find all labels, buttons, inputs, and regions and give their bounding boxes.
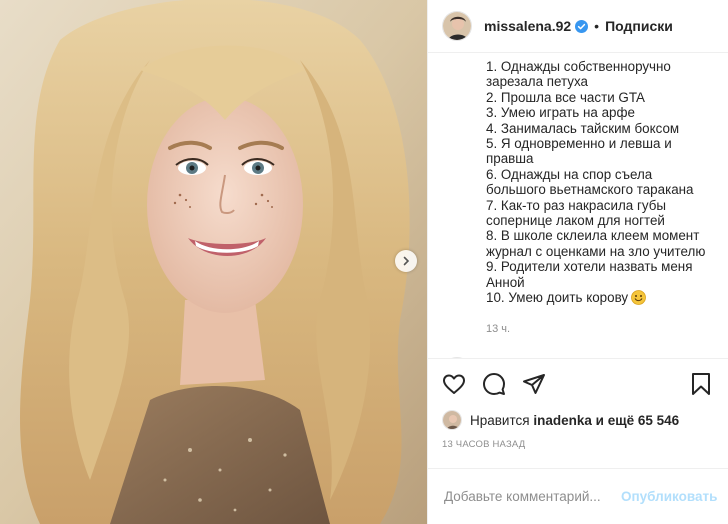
caption-line: сопернице лаком для ногтей (486, 213, 665, 229)
likes-middle[interactable]: и ещё (596, 413, 634, 428)
likes-count[interactable]: 65 546 (638, 413, 679, 428)
caption-line: 7. Как-то раз накрасила губы (486, 197, 666, 213)
caption-line: правша (486, 151, 534, 167)
portrait-image (0, 0, 427, 524)
comment-input[interactable] (444, 489, 621, 504)
caption-line: 2. Прошла все части GTA (486, 89, 645, 105)
instagram-post: missalena.92 • Подписки 1. Однажды собст… (0, 0, 728, 524)
caption-line: зарезала петуха (486, 74, 588, 90)
post-photo[interactable] (0, 0, 427, 524)
likes-prefix: Нравится (470, 412, 530, 428)
caption-line: 4. Занималась тайским боксом (486, 120, 680, 136)
post-header: missalena.92 • Подписки (428, 0, 728, 53)
caption-area: 1. Однажды собственноручно зарезала пету… (428, 53, 728, 358)
caption-line: 10. Умею доить корову (486, 290, 629, 306)
liker-username[interactable]: inadenka (533, 413, 592, 428)
caption-line: 8. В школе склеила клеем момент (486, 228, 700, 244)
caption-line: 5. Я одновременно и левша и (486, 136, 672, 152)
paper-plane-icon[interactable] (522, 372, 546, 396)
caption-line: 9. Родители хотели назвать меня (486, 259, 693, 275)
header-separator: • (594, 18, 600, 34)
verified-badge-icon (575, 19, 589, 33)
caption-line: большого вьетнамского таракана (486, 182, 694, 198)
comment-icon[interactable] (482, 372, 506, 396)
author-avatar[interactable] (442, 11, 472, 41)
actions-section: Нравится inadenka и ещё 65 546 13 ЧАСОВ … (428, 358, 728, 468)
caption-line: 6. Однажды на спор съела (486, 166, 653, 182)
liker-avatar[interactable] (442, 410, 462, 430)
caption-line: 3. Умею играть на арфе (486, 105, 635, 121)
heart-icon[interactable] (442, 372, 466, 396)
caption-line-last: 10. Умею доить корову (486, 290, 712, 308)
caption-text: 1. Однажды собственноручно зарезала пету… (486, 59, 712, 309)
likes-row: Нравится inadenka и ещё 65 546 (442, 409, 714, 431)
post-timestamp[interactable]: 13 ЧАСОВ НАЗАД (442, 439, 714, 450)
add-comment-bar: Опубликовать (428, 468, 728, 524)
action-bar (442, 359, 714, 409)
comment-row: cypresshill (442, 357, 716, 358)
caption-timestamp[interactable]: 13 ч. (486, 323, 712, 335)
caption-line: журнал с оценками на зло учителю (486, 243, 706, 259)
following-button[interactable]: Подписки (605, 18, 673, 34)
caption-line: 1. Однажды собственноручно (486, 59, 671, 74)
post-side-panel: missalena.92 • Подписки 1. Однажды собст… (427, 0, 728, 524)
caption-line: Анной (486, 274, 525, 290)
commenter-avatar[interactable] (442, 357, 472, 358)
post-comment-button[interactable]: Опубликовать (621, 489, 717, 504)
carousel-next-button[interactable] (395, 250, 417, 272)
chevron-right-icon (401, 256, 411, 266)
smiling-face-emoji (631, 290, 646, 308)
bookmark-icon[interactable] (690, 372, 712, 396)
author-username[interactable]: missalena.92 (484, 18, 571, 34)
